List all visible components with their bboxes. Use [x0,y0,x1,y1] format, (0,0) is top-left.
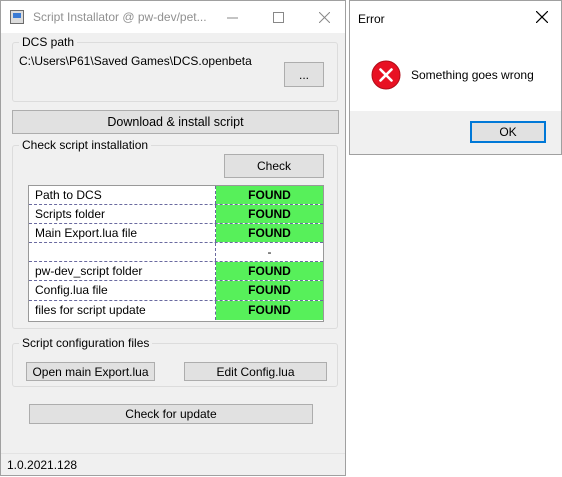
status-badge: FOUND [216,281,323,300]
table-row: Path to DCS FOUND [29,186,323,206]
title-bar[interactable]: Script Installator @ pw-dev/pet... [1,1,345,33]
config-files-group-title: Script configuration files [19,336,153,350]
table-row: - [29,243,323,263]
main-window: Script Installator @ pw-dev/pet... DCS p… [0,0,346,476]
window-title: Script Installator @ pw-dev/pet... [33,10,207,24]
error-dialog-title: Error [358,12,385,26]
status-badge: FOUND [216,186,323,205]
error-dialog-footer: OK [350,111,561,154]
minimize-icon [226,17,238,18]
table-row: pw-dev_script folder FOUND [29,262,323,282]
download-install-button[interactable]: Download & install script [12,110,339,134]
close-icon [536,11,548,23]
check-for-update-button[interactable]: Check for update [29,404,313,424]
app-icon [10,10,24,24]
table-row: files for script update FOUND [29,300,323,320]
row-label: pw-dev_script folder [29,262,216,281]
table-row: Scripts folder FOUND [29,205,323,225]
row-label: Main Export.lua file [29,224,216,243]
main-client-area: DCS path C:\Users\P61\Saved Games\DCS.op… [1,33,345,475]
error-close-button[interactable] [523,1,561,33]
status-badge: FOUND [216,224,323,243]
status-badge: FOUND [216,262,323,281]
maximize-icon [272,11,284,23]
config-files-group: Script configuration files Open main Exp… [12,336,338,387]
close-icon [318,11,330,23]
close-button[interactable] [301,1,347,33]
status-badge: FOUND [216,300,323,320]
minimize-button[interactable] [209,1,255,33]
table-row: Main Export.lua file FOUND [29,224,323,244]
dcs-path-group: DCS path C:\Users\P61\Saved Games\DCS.op… [12,35,338,102]
ok-button[interactable]: OK [470,121,546,143]
status-bar: 1.0.2021.128 [1,453,345,475]
row-label: Config.lua file [29,281,216,300]
error-dialog: Error Something goes wrong OK [349,0,562,155]
table-row: Config.lua file FOUND [29,281,323,301]
error-message: Something goes wrong [411,68,534,82]
open-export-lua-button[interactable]: Open main Export.lua [26,362,155,381]
dcs-path-group-title: DCS path [19,35,78,49]
row-label: files for script update [29,300,216,320]
check-button[interactable]: Check [224,154,324,178]
row-label: Path to DCS [29,186,216,205]
error-icon [371,60,401,90]
row-label [29,243,216,262]
dcs-path-value: C:\Users\P61\Saved Games\DCS.openbeta [19,54,252,68]
maximize-button[interactable] [255,1,301,33]
status-badge: FOUND [216,205,323,224]
version-label: 1.0.2021.128 [7,458,78,472]
browse-button[interactable]: ... [284,62,324,87]
check-installation-group-title: Check script installation [19,138,152,152]
edit-config-lua-button[interactable]: Edit Config.lua [184,362,327,381]
row-label: Scripts folder [29,205,216,224]
status-badge: - [267,245,272,260]
status-table: Path to DCS FOUND Scripts folder FOUND M… [28,185,324,322]
